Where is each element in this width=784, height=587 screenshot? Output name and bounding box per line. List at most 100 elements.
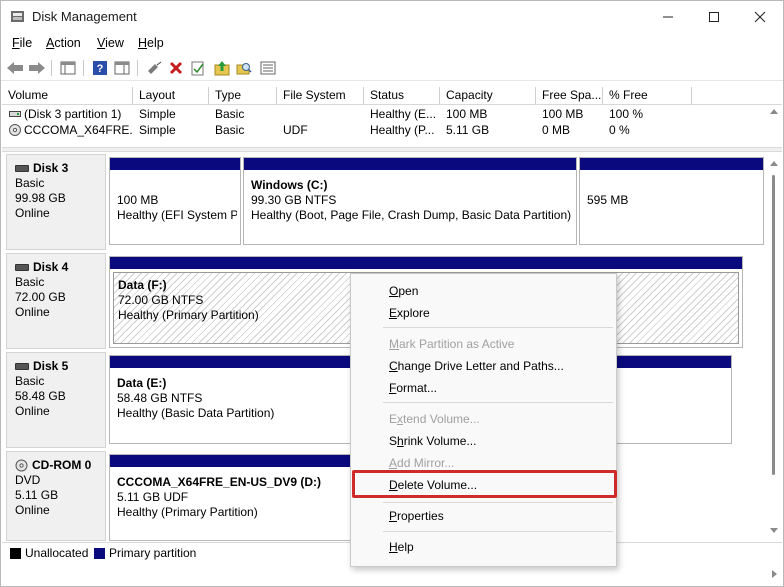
menu-action[interactable]: Action: [46, 36, 81, 50]
scroll-down-arrow-icon[interactable]: [770, 528, 778, 533]
forward-arrow-icon: [29, 62, 45, 74]
table-row[interactable]: CCCOMA_X64FRE... Simple Basic UDF Health…: [2, 122, 782, 138]
partition-bar: [580, 158, 763, 170]
table-row[interactable]: (Disk 3 partition 1) Simple Basic Health…: [2, 106, 782, 122]
scroll-up-arrow-icon[interactable]: [770, 161, 778, 166]
partition-body: 595 MB: [583, 173, 760, 241]
volume-drive-icon: [9, 111, 21, 117]
column-header-status[interactable]: Status: [364, 87, 440, 105]
column-header-percent-free[interactable]: % Free: [603, 87, 692, 105]
partition-dvd-d[interactable]: CCCOMA_X64FRE_EN-US_DV9 (D:) 5.11 GB UDF…: [109, 454, 359, 541]
cell-free-space: 100 MB: [542, 107, 584, 121]
column-header-layout[interactable]: Layout: [133, 87, 209, 105]
show-hide-action-pane-button[interactable]: [112, 58, 132, 78]
partition-size: 99.30 GB NTFS: [251, 193, 337, 207]
menu-item-properties[interactable]: Properties: [389, 506, 444, 526]
import-button[interactable]: [212, 58, 232, 78]
menu-help[interactable]: Help: [138, 36, 164, 50]
pane-splitter[interactable]: [2, 147, 782, 152]
properties-list-icon: [260, 61, 276, 75]
disk-3-label[interactable]: Disk 3 Basic 99.98 GB Online: [6, 154, 106, 250]
scroll-up-arrow-icon[interactable]: [770, 109, 778, 114]
menu-item-explore[interactable]: Explore: [389, 303, 430, 323]
partition-status: Healthy (EFI System Pa: [117, 208, 237, 222]
action-pane-icon: [114, 61, 130, 75]
properties-toolbar-button[interactable]: [258, 58, 278, 78]
menu-item-open[interactable]: Open: [389, 281, 418, 301]
menu-item-extend-volume: Extend Volume...: [389, 412, 480, 426]
disk-name: CD-ROM 0: [32, 458, 92, 472]
maximize-button[interactable]: [691, 1, 737, 33]
console-tree-icon: [60, 61, 76, 75]
partition-efi[interactable]: 100 MB Healthy (EFI System Pa: [109, 157, 241, 245]
hard-disk-icon: [15, 264, 29, 271]
menu-item-help[interactable]: Help: [389, 537, 414, 557]
menu-view[interactable]: View: [97, 36, 124, 50]
search-button[interactable]: [234, 58, 254, 78]
disk-state: Online: [15, 305, 50, 319]
partition-windows-c[interactable]: Windows (C:) 99.30 GB NTFS Healthy (Boot…: [243, 157, 577, 245]
disk-5-label[interactable]: Disk 5 Basic 58.48 GB Online: [6, 352, 106, 448]
minimize-icon: [663, 16, 673, 18]
cell-type: Basic: [215, 123, 245, 137]
column-header-volume[interactable]: Volume: [2, 87, 133, 105]
window-title: Disk Management: [32, 9, 137, 24]
delete-button[interactable]: [166, 58, 186, 78]
disk-state: Online: [15, 503, 50, 517]
column-header-type[interactable]: Type: [209, 87, 277, 105]
folder-search-icon: [236, 63, 252, 75]
hard-disk-icon: [15, 165, 29, 172]
partition-recovery[interactable]: 595 MB: [579, 157, 764, 245]
close-button[interactable]: [737, 1, 783, 33]
toolbar: ?: [1, 55, 783, 81]
column-header-capacity[interactable]: Capacity: [440, 87, 536, 105]
disk-size: 58.48 GB: [15, 389, 66, 403]
cell-layout: Simple: [139, 107, 176, 121]
menu-file[interactable]: File: [12, 36, 32, 50]
disk-size: 5.11 GB: [15, 488, 59, 502]
cell-capacity: 5.11 GB: [446, 123, 490, 137]
svg-text:?: ?: [97, 63, 104, 75]
menu-item-change-drive-letter[interactable]: Change Drive Letter and Paths...: [389, 356, 564, 376]
partition-title: CCCOMA_X64FRE_EN-US_DV9 (D:): [117, 475, 322, 489]
scroll-right-arrow-icon[interactable]: [772, 570, 777, 578]
disk-view-scrollbar[interactable]: [767, 153, 782, 541]
menu-item-format[interactable]: Format...: [389, 378, 437, 398]
cell-percent-free: 0 %: [609, 123, 630, 137]
cdrom-0-label[interactable]: CD-ROM 0 DVD 5.11 GB Online: [6, 451, 106, 541]
cell-status: Healthy (E...: [370, 107, 437, 121]
minimize-button[interactable]: [645, 1, 691, 33]
menu-item-shrink-volume[interactable]: Shrink Volume...: [389, 431, 476, 451]
column-header-free-space[interactable]: Free Spa...: [536, 87, 603, 105]
connect-virtual-disk-button[interactable]: [144, 58, 164, 78]
scrollbar-thumb[interactable]: [772, 175, 775, 475]
forward-button[interactable]: [27, 58, 47, 78]
partition-bar: [110, 455, 358, 467]
back-arrow-icon: [7, 62, 23, 74]
menu-item-mark-partition-active: Mark Partition as Active: [389, 337, 515, 351]
toolbar-separator: [83, 60, 84, 76]
disk-state: Online: [15, 404, 50, 418]
menu-separator: [383, 402, 613, 403]
partition-status: Healthy (Boot, Page File, Crash Dump, Ba…: [251, 208, 572, 222]
help-button[interactable]: ?: [90, 58, 110, 78]
check-button[interactable]: [188, 58, 208, 78]
disk-size: 72.00 GB: [15, 290, 66, 304]
disk-4-label[interactable]: Disk 4 Basic 72.00 GB Online: [6, 253, 106, 349]
cell-free-space: 0 MB: [542, 123, 571, 137]
volume-list-scrollbar[interactable]: [767, 105, 781, 145]
folder-up-icon: [214, 61, 230, 76]
dvd-disc-icon: [15, 459, 28, 472]
show-hide-console-tree-button[interactable]: [58, 58, 78, 78]
maximize-icon: [709, 12, 719, 22]
column-header-file-system[interactable]: File System: [277, 87, 364, 105]
partition-size: 5.11 GB UDF: [117, 490, 189, 504]
disk-type: Basic: [15, 374, 45, 388]
menu-separator: [383, 502, 613, 503]
back-button[interactable]: [5, 58, 25, 78]
context-menu: Open Explore Mark Partition as Active Ch…: [350, 273, 617, 567]
delete-x-icon: [169, 61, 183, 75]
cell-type: Basic: [215, 107, 245, 121]
volume-list-header: Volume Layout Type File System Status Ca…: [2, 87, 782, 105]
cell-volume: (Disk 3 partition 1): [24, 107, 122, 121]
